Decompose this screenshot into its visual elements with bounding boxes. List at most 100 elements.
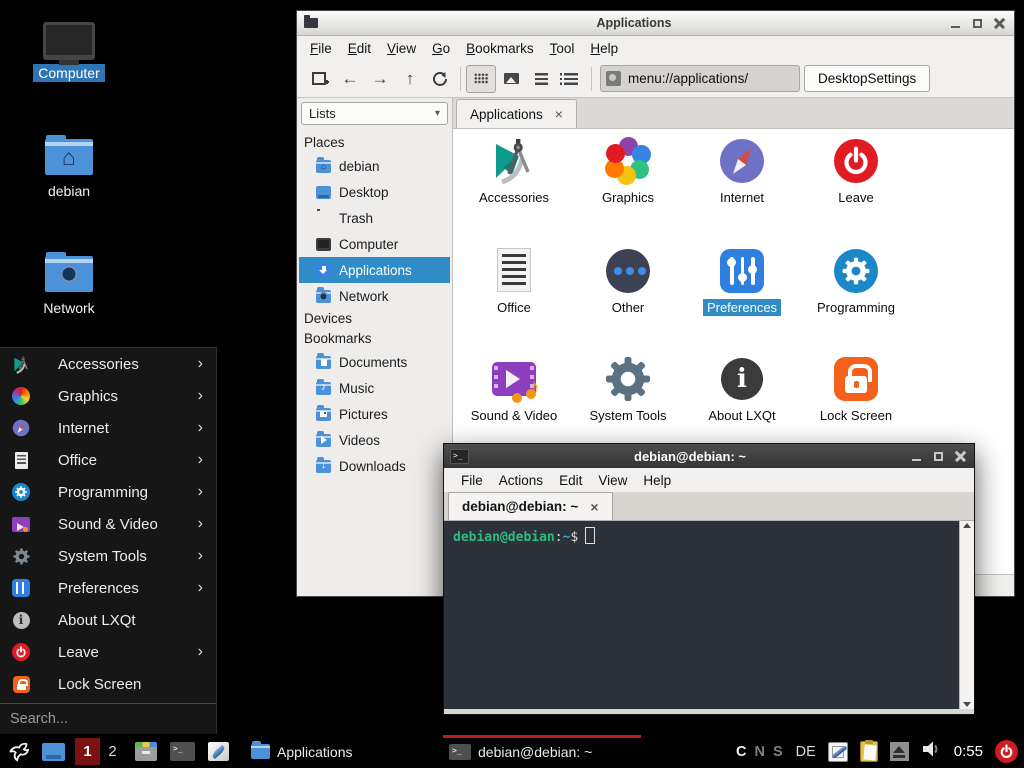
compact-view-button[interactable] xyxy=(526,65,556,93)
minimize-icon[interactable] xyxy=(911,451,922,462)
thumbnail-view-button[interactable] xyxy=(496,65,526,93)
reload-icon[interactable] xyxy=(425,65,455,93)
power-button[interactable] xyxy=(995,740,1018,763)
maximize-icon[interactable] xyxy=(933,451,944,462)
sidebar-item-documents[interactable]: Documents xyxy=(299,349,450,375)
close-icon[interactable] xyxy=(955,451,966,462)
sidebar-item-network[interactable]: Network xyxy=(299,283,450,309)
desktop-icon-debian[interactable]: ⌂ debian xyxy=(14,139,124,200)
terminal-launcher[interactable] xyxy=(170,742,195,761)
lxqt-menu-button[interactable] xyxy=(6,740,30,764)
term-menu-edit[interactable]: Edit xyxy=(551,471,590,490)
fm-menu-bookmarks[interactable]: Bookmarks xyxy=(458,39,542,58)
sidebar-item-desktop[interactable]: Desktop xyxy=(299,179,450,205)
grid-item-preferences[interactable]: Preferences xyxy=(685,247,799,316)
menu-item-graphics[interactable]: Graphics › xyxy=(0,380,216,412)
sidebar-item-trash[interactable]: Trash xyxy=(299,205,450,231)
screenshot-tray-icon[interactable] xyxy=(828,742,848,762)
grid-item-lock-screen[interactable]: Lock Screen xyxy=(799,355,913,424)
fm-menu-edit[interactable]: Edit xyxy=(340,39,379,58)
submenu-chevron-icon: › xyxy=(198,451,203,469)
menu-item-internet[interactable]: Internet › xyxy=(0,412,216,444)
term-menu-file[interactable]: File xyxy=(453,471,491,490)
folder-icon xyxy=(251,744,270,759)
sidebar-item-computer[interactable]: Computer xyxy=(299,231,450,257)
desktop-icon-network[interactable]: Network xyxy=(14,256,124,317)
grid-item-accessories[interactable]: Accessories xyxy=(457,137,571,206)
sidebar-item-downloads[interactable]: ↓ Downloads xyxy=(299,453,450,479)
menu-item-lock-screen[interactable]: Lock Screen xyxy=(0,668,216,700)
term-menu-actions[interactable]: Actions xyxy=(491,471,551,490)
tab-close-icon[interactable]: × xyxy=(590,499,598,515)
menu-item-accessories[interactable]: Accessories › xyxy=(0,348,216,380)
grid-item-internet[interactable]: Internet xyxy=(685,137,799,206)
sidebar-item-pictures[interactable]: Pictures xyxy=(299,401,450,427)
workspace-1-button[interactable]: 1 xyxy=(75,738,100,765)
accessories-icon xyxy=(11,354,31,374)
menu-item-office[interactable]: Office › xyxy=(0,444,216,476)
task-button-applications[interactable]: Applications xyxy=(245,735,443,768)
menu-item-leave[interactable]: Leave › xyxy=(0,636,216,668)
documents-folder-icon xyxy=(316,356,331,369)
file-manager-launcher[interactable] xyxy=(135,742,157,761)
tab-close-icon[interactable]: × xyxy=(555,106,563,122)
term-menu-help[interactable]: Help xyxy=(635,471,679,490)
sidebar-mode-combo[interactable]: Lists ▾ xyxy=(301,102,448,125)
up-icon[interactable]: ↑ xyxy=(395,65,425,93)
tab-applications[interactable]: Applications × xyxy=(456,99,577,128)
address-bar[interactable]: menu://applications/ xyxy=(600,65,800,92)
menu-item-preferences[interactable]: Preferences › xyxy=(0,572,216,604)
clock[interactable]: 0:55 xyxy=(954,743,983,760)
minimize-icon[interactable] xyxy=(950,18,961,29)
fm-sidebar: Lists ▾ Places ⌂ debian Desktop Trash Co… xyxy=(297,98,453,596)
fm-menu-file[interactable]: File xyxy=(302,39,340,58)
terminal-titlebar[interactable]: debian@debian: ~ xyxy=(444,444,974,468)
menu-search-input[interactable]: Search... xyxy=(0,703,216,733)
desktop-icon-computer[interactable]: Computer xyxy=(14,22,124,82)
fm-menu-help[interactable]: Help xyxy=(582,39,626,58)
new-tab-icon[interactable] xyxy=(305,65,335,93)
featherpad-launcher[interactable] xyxy=(208,742,229,761)
grid-item-office[interactable]: Office xyxy=(457,247,571,316)
show-desktop-button[interactable] xyxy=(42,743,65,761)
terminal-scrollbar[interactable] xyxy=(959,521,974,709)
forward-icon[interactable]: → xyxy=(365,65,395,93)
terminal-output[interactable]: debian@debian:~$ xyxy=(444,521,974,709)
grid-item-graphics[interactable]: Graphics xyxy=(571,137,685,206)
maximize-icon[interactable] xyxy=(972,18,983,29)
grid-item-programming[interactable]: Programming xyxy=(799,247,913,316)
menu-item-sound-video[interactable]: Sound & Video › xyxy=(0,508,216,540)
scroll-up-icon[interactable] xyxy=(963,523,971,528)
fm-menu-go[interactable]: Go xyxy=(424,39,458,58)
desktop-settings-button[interactable]: DesktopSettings xyxy=(804,65,930,92)
menu-item-programming[interactable]: Programming › xyxy=(0,476,216,508)
icon-view-button[interactable] xyxy=(466,65,496,93)
terminal-icon xyxy=(450,449,469,464)
fm-menu-tool[interactable]: Tool xyxy=(542,39,583,58)
clipboard-tray-icon[interactable] xyxy=(860,741,878,762)
removable-media-icon[interactable] xyxy=(890,742,909,761)
workspace-2-button[interactable]: 2 xyxy=(100,738,125,765)
back-icon[interactable]: ← xyxy=(335,65,365,93)
sidebar-item-home[interactable]: ⌂ debian xyxy=(299,153,450,179)
menu-item-system-tools[interactable]: System Tools › xyxy=(0,540,216,572)
close-icon[interactable] xyxy=(994,18,1005,29)
sidebar-item-music[interactable]: ♪ Music xyxy=(299,375,450,401)
grid-item-about-lxqt[interactable]: About LXQt xyxy=(685,355,799,424)
grid-item-sound-video[interactable]: ♪ Sound & Video xyxy=(457,355,571,424)
scroll-down-icon[interactable] xyxy=(963,702,971,707)
grid-item-leave[interactable]: Leave xyxy=(799,137,913,206)
keyboard-layout-indicator[interactable]: DE xyxy=(796,744,816,760)
fm-titlebar[interactable]: Applications xyxy=(297,11,1014,36)
term-menu-view[interactable]: View xyxy=(590,471,635,490)
volume-icon[interactable] xyxy=(921,739,941,764)
task-button-terminal[interactable]: debian@debian: ~ xyxy=(443,735,641,768)
menu-item-about-lxqt[interactable]: About LXQt xyxy=(0,604,216,636)
grid-item-other[interactable]: Other xyxy=(571,247,685,316)
fm-menu-view[interactable]: View xyxy=(379,39,424,58)
detailed-view-button[interactable] xyxy=(556,65,586,93)
sidebar-item-videos[interactable]: Videos xyxy=(299,427,450,453)
grid-item-system-tools[interactable]: System Tools xyxy=(571,355,685,424)
sidebar-item-applications[interactable]: Applications xyxy=(299,257,450,283)
terminal-tab[interactable]: debian@debian: ~ × xyxy=(448,492,613,520)
